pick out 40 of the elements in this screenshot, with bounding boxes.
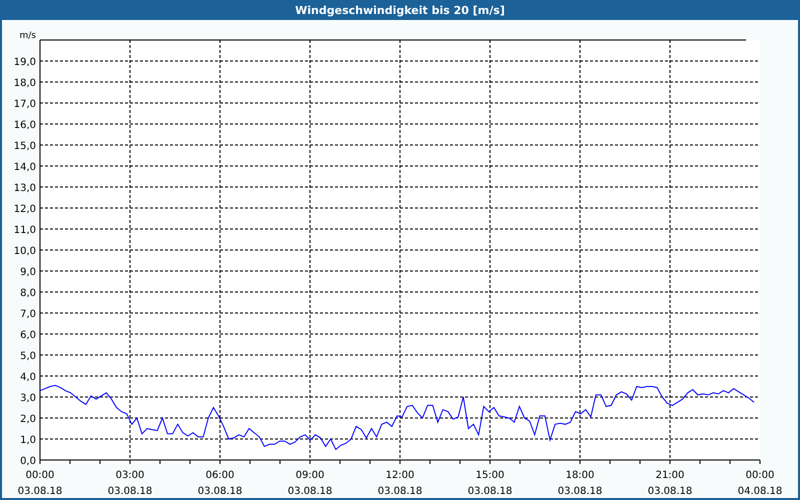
y-tick-label: 6,0: [20, 330, 36, 341]
x-tick-label: 12:00: [386, 470, 414, 481]
x-tick-date: 03.08.18: [558, 486, 602, 497]
x-tick-label: 21:00: [656, 470, 684, 481]
x-tick-label: 00:00: [746, 470, 774, 481]
y-tick-label: 3,0: [20, 393, 36, 404]
x-tick-date: 03.08.18: [648, 486, 692, 497]
y-tick-label: 11,0: [14, 225, 36, 236]
y-tick-label: 9,0: [20, 267, 36, 278]
y-tick-label: 17,0: [14, 99, 36, 110]
y-tick-label: 12,0: [14, 204, 36, 215]
x-tick-date: 03.08.18: [18, 486, 62, 497]
y-tick-label: 13,0: [14, 183, 36, 194]
y-tick-label: 2,0: [20, 414, 36, 425]
x-tick-label: 09:00: [296, 470, 324, 481]
x-tick-date: 03.08.18: [288, 486, 332, 497]
y-tick-label: 0,0: [20, 456, 36, 467]
x-tick-label: 00:00: [26, 470, 54, 481]
y-tick-label: 4,0: [20, 372, 36, 383]
y-tick-label: 5,0: [20, 351, 36, 362]
x-tick-label: 18:00: [566, 470, 594, 481]
x-tick-date: 03.08.18: [378, 486, 422, 497]
y-axis-unit: m/s: [20, 31, 36, 41]
x-tick-date: 03.08.18: [108, 486, 152, 497]
x-tick-date: 03.08.18: [468, 486, 512, 497]
window-title: Windgeschwindigkeit bis 20 [m/s]: [295, 4, 505, 16]
x-tick-date: 04.08.18: [738, 486, 782, 497]
x-tick-label: 06:00: [206, 470, 234, 481]
y-tick-label: 1,0: [20, 435, 36, 446]
y-tick-label: 8,0: [20, 288, 36, 299]
y-tick-label: 16,0: [14, 120, 36, 131]
y-tick-label: 7,0: [20, 309, 36, 320]
x-tick-label: 03:00: [116, 470, 144, 481]
y-tick-label: 14,0: [14, 162, 36, 173]
y-tick-label: 18,0: [14, 78, 36, 89]
y-tick-label: 15,0: [14, 141, 36, 152]
y-tick-label: 10,0: [14, 246, 36, 257]
x-tick-date: 03.08.18: [198, 486, 242, 497]
x-tick-label: 15:00: [476, 470, 504, 481]
y-tick-label: 19,0: [14, 57, 36, 68]
